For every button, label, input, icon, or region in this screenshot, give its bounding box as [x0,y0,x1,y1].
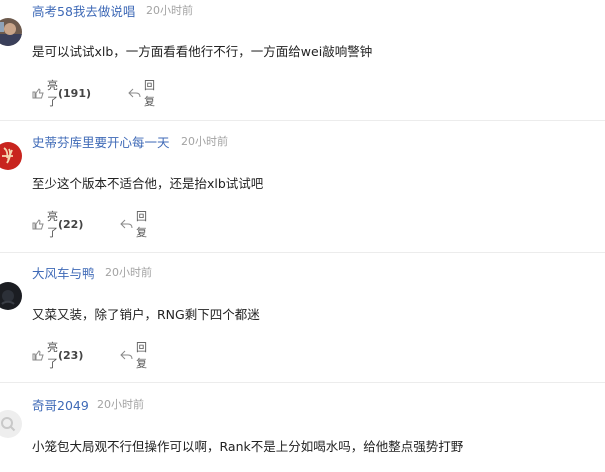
comment-text: 是可以试试xlb，一方面看看他行不行，一方面给wei敲响警钟 [32,44,373,59]
comment-feed: 高考58我去做说唱 20小时前 是可以试试xlb，一方面看看他行不行，一方面给w… [0,0,605,472]
like-button[interactable]: 亮了 (191) [32,79,92,108]
comment-item: 大风车与鸭 20小时前 又菜又装，除了销户，RNG剩下四个都迷 亮了 (23) … [0,253,605,382]
timestamp: 20小时前 [146,4,193,17]
comment-text: 至少这个版本不适合他，还是抬xlb试试吧 [32,176,264,191]
username[interactable]: 史蒂芬库里要开心每一天 [32,132,170,151]
reply-button[interactable]: 回复 [128,79,155,108]
reply-button[interactable]: 回复 [120,210,147,239]
reply-icon [128,87,144,99]
avatar[interactable] [0,410,22,438]
comment-item: 史蒂芬库里要开心每一天 20小时前 至少这个版本不适合他，还是抬xlb试试吧 亮… [0,121,605,252]
username[interactable]: 高考58我去做说唱 [32,1,135,20]
reply-icon [120,349,136,361]
timestamp: 20小时前 [97,398,144,411]
like-icon [32,218,47,230]
like-count: (22) [58,217,84,231]
username[interactable]: 奇哥2049 [32,395,89,414]
reply-label: 回复 [136,341,147,370]
reply-icon [120,218,136,230]
avatar[interactable] [0,282,22,310]
like-icon [32,349,47,361]
comment-text: 又菜又装，除了销户，RNG剩下四个都迷 [32,307,260,322]
like-count: (23) [58,348,84,362]
avatar[interactable] [0,142,22,170]
reply-label: 回复 [144,79,155,108]
timestamp: 20小时前 [105,266,152,279]
comment-item: 高考58我去做说唱 20小时前 是可以试试xlb，一方面看看他行不行，一方面给w… [0,0,605,120]
timestamp: 20小时前 [181,135,228,148]
avatar[interactable] [0,18,22,46]
like-button[interactable]: 亮了 (22) [32,210,84,239]
reply-label: 回复 [136,210,147,239]
like-count: (191) [58,86,92,100]
like-icon [32,87,47,99]
username[interactable]: 大风车与鸭 [32,263,95,282]
like-label: 亮了 [47,341,58,370]
reply-button[interactable]: 回复 [120,341,147,370]
like-label: 亮了 [47,210,58,239]
like-button[interactable]: 亮了 (23) [32,341,84,370]
like-label: 亮了 [47,79,58,108]
comment-text: 小笼包大局观不行但操作可以啊，Rank不是上分如喝水吗，给他整点强势打野 [32,439,464,454]
comment-item: 奇哥2049 20小时前 小笼包大局观不行但操作可以啊，Rank不是上分如喝水吗… [0,383,605,472]
